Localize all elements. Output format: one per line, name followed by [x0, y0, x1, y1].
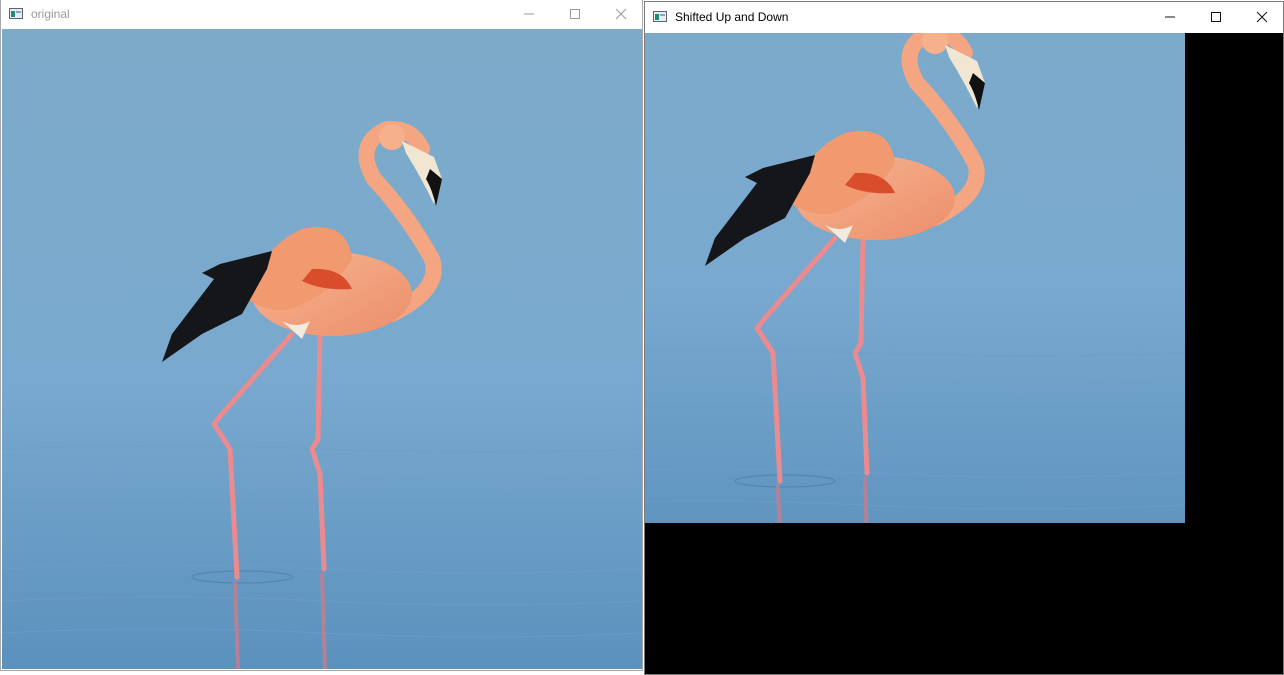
close-icon — [1256, 11, 1268, 23]
window-shifted[interactable]: Shifted Up and Down — [644, 1, 1284, 675]
image-canvas — [2, 29, 642, 669]
minimize-button[interactable] — [1147, 2, 1193, 32]
flamingo-photo — [2, 29, 642, 669]
image-canvas — [645, 33, 1283, 674]
maximize-icon — [1211, 12, 1221, 22]
shifted-flamingo-photo — [645, 33, 1185, 523]
window-app-icon — [9, 8, 23, 19]
close-button[interactable] — [1239, 2, 1284, 32]
minimize-icon — [1165, 16, 1175, 18]
window-title: Shifted Up and Down — [675, 10, 789, 24]
title-bar[interactable]: original — [1, 0, 642, 28]
window-app-icon — [653, 11, 667, 22]
minimize-icon — [524, 13, 534, 15]
maximize-button[interactable] — [1193, 2, 1239, 32]
minimize-button[interactable] — [506, 0, 552, 28]
window-original[interactable]: original — [0, 0, 643, 671]
window-title: original — [31, 7, 70, 21]
close-icon — [615, 8, 627, 20]
title-bar[interactable]: Shifted Up and Down — [645, 2, 1283, 32]
maximize-icon — [570, 9, 580, 19]
close-button[interactable] — [598, 0, 644, 28]
maximize-button[interactable] — [552, 0, 598, 28]
